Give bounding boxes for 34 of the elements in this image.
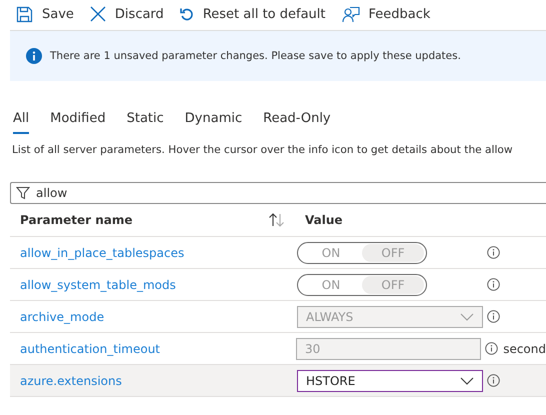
info-icon (26, 48, 42, 64)
table-row[interactable]: allow_in_place_tablespaces ON OFF (10, 237, 546, 269)
tab[interactable]: Static (126, 111, 164, 134)
table-row[interactable]: azure.extensions HSTORE (10, 365, 546, 397)
reset-button[interactable]: Reset all to default (180, 6, 326, 22)
save-button[interactable]: Save (16, 6, 74, 22)
parameter-link[interactable]: azure.extensions (10, 374, 297, 388)
filter-icon (16, 186, 30, 200)
description-text: List of all server parameters. Hover the cursor over the info icon to get details about the allow (12, 144, 514, 156)
sort-icon[interactable] (268, 213, 285, 227)
table-row[interactable]: allow_system_table_mods ON OFF (10, 269, 546, 301)
tab[interactable]: Modified (50, 111, 106, 134)
parameter-link[interactable]: allow_system_table_mods (10, 278, 297, 292)
discard-button[interactable]: Discard (90, 6, 164, 22)
tab[interactable]: All (13, 111, 30, 134)
column-header: Parameter name (19, 213, 134, 227)
notice-text: There are 1 unsaved parameter changes. Please save to apply these updates. (50, 50, 461, 62)
value-dropdown[interactable]: HSTORE (297, 370, 483, 392)
tab[interactable]: Read-Only (263, 111, 331, 134)
save-icon (16, 6, 33, 22)
parameter-link[interactable]: allow_in_place_tablespaces (10, 246, 297, 260)
feedback-button[interactable]: Feedback (342, 6, 430, 22)
close-icon (90, 6, 106, 22)
chevron-down-icon (460, 312, 474, 320)
info-icon[interactable] (487, 246, 500, 259)
unit-label: second (503, 342, 546, 356)
undo-icon (180, 7, 194, 21)
tab[interactable]: Dynamic (184, 111, 242, 134)
info-icon[interactable] (487, 374, 500, 387)
info-icon[interactable] (487, 278, 500, 291)
chevron-down-icon (460, 376, 474, 384)
feedback-icon (342, 6, 360, 22)
column-header: Value (305, 213, 343, 227)
filter-field[interactable]: allow (10, 182, 546, 204)
